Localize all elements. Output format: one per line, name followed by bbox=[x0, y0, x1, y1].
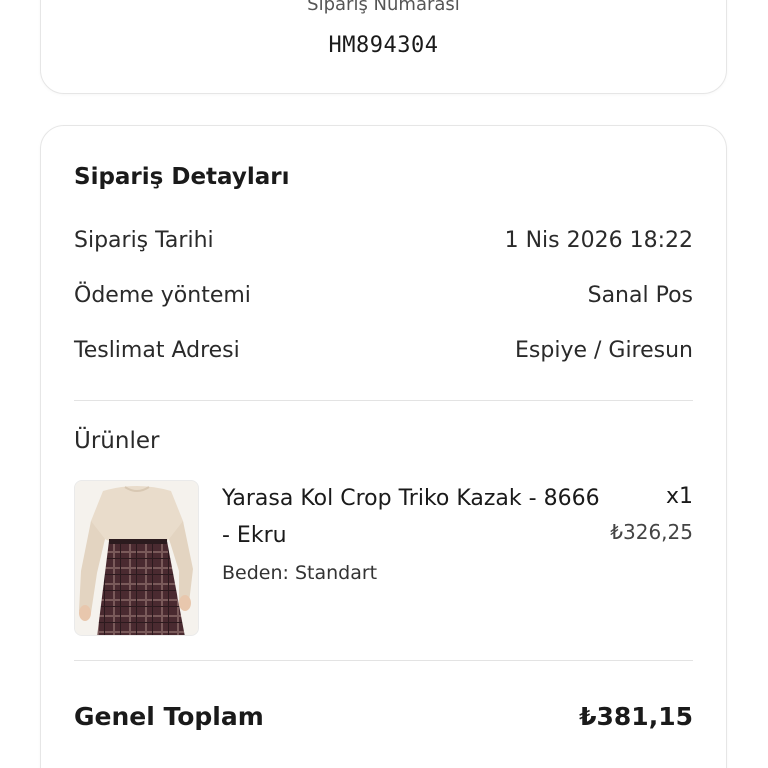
payment-method-label: Ödeme yöntemi bbox=[74, 282, 251, 308]
order-details-card: Sipariş Detayları Sipariş Tarihi 1 Nis 2… bbox=[40, 125, 727, 768]
order-date-row: Sipariş Tarihi 1 Nis 2026 18:22 bbox=[74, 224, 693, 256]
order-detail-page: Sipariş Numarası HM894304 Sipariş Detayl… bbox=[0, 0, 768, 768]
grand-total-label: Genel Toplam bbox=[74, 701, 264, 731]
order-number: HM894304 bbox=[328, 33, 439, 58]
product-name[interactable]: Yarasa Kol Crop Triko Kazak - 8666 - Ekr… bbox=[222, 480, 602, 554]
details-title: Sipariş Detayları bbox=[74, 164, 290, 190]
product-quantity: x1 bbox=[665, 484, 693, 509]
payment-method-row: Ödeme yöntemi Sanal Pos bbox=[74, 279, 693, 311]
delivery-address-row: Teslimat Adresi Espiye / Giresun bbox=[74, 334, 693, 366]
order-date-label: Sipariş Tarihi bbox=[74, 227, 214, 253]
delivery-address-value: Espiye / Giresun bbox=[515, 337, 693, 363]
payment-method-value: Sanal Pos bbox=[587, 282, 693, 308]
delivery-address-label: Teslimat Adresi bbox=[74, 337, 240, 363]
product-size: Beden: Standart bbox=[222, 562, 378, 584]
order-number-label: Sipariş Numarası bbox=[307, 0, 460, 15]
divider bbox=[74, 660, 693, 661]
product-item[interactable]: Yarasa Kol Crop Triko Kazak - 8666 - Ekr… bbox=[74, 480, 693, 638]
order-number-card: Sipariş Numarası HM894304 bbox=[40, 0, 727, 94]
product-photo-icon bbox=[75, 481, 198, 635]
grand-total-value: ₺381,15 bbox=[579, 701, 693, 731]
product-image[interactable] bbox=[74, 480, 199, 636]
order-date-value: 1 Nis 2026 18:22 bbox=[504, 227, 693, 253]
product-price: ₺326,25 bbox=[610, 520, 693, 544]
grand-total-row: Genel Toplam ₺381,15 bbox=[74, 699, 693, 733]
products-title: Ürünler bbox=[74, 428, 160, 454]
divider bbox=[74, 400, 693, 401]
